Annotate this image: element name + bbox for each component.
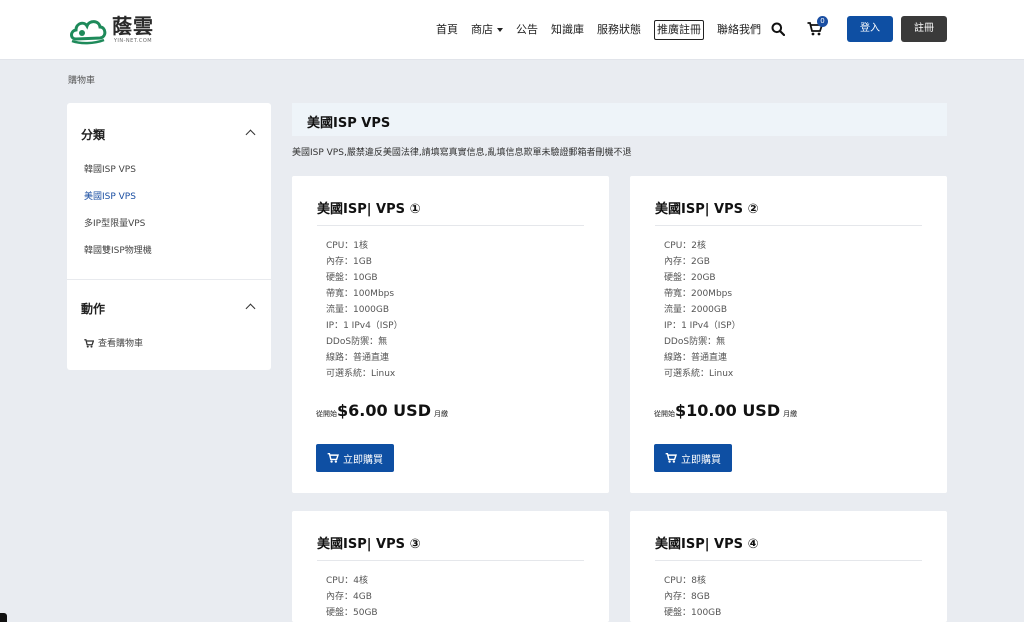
- price-prefix: 從開始: [316, 410, 337, 418]
- order-now-button[interactable]: 立即購買: [654, 444, 732, 472]
- brand-domain: YIN-NET.COM: [113, 38, 153, 44]
- order-now-button[interactable]: 立即購買: [316, 444, 394, 472]
- sidebar-item-us-isp-vps[interactable]: 美國ISP VPS: [84, 189, 136, 202]
- product-name: 美國ISP| VPS ②: [655, 202, 759, 217]
- spec-ddos: DDoS防禦：無: [664, 337, 726, 347]
- cloud-logo-icon: [70, 20, 107, 45]
- sidebar-item-multi-ip-vps[interactable]: 多IP型限量VPS: [84, 216, 145, 229]
- price-prefix: 從開始: [654, 410, 675, 418]
- product-card: 美國ISP| VPS ④ CPU：8核 內存：8GB 硬盤：100GB: [630, 511, 947, 622]
- spec-cpu: CPU：8核: [664, 576, 707, 586]
- category-title: 美國ISP VPS: [307, 116, 391, 131]
- spec-route: 線路：普通直連: [326, 353, 390, 363]
- spec-traffic: 流量：2000GB: [664, 305, 728, 315]
- product-card: 美國ISP| VPS ② CPU：2核 內存：2GB 硬盤：20GB 帶寬：20…: [630, 176, 947, 493]
- product-name: 美國ISP| VPS ③: [317, 537, 421, 552]
- order-now-label: 立即購買: [343, 454, 383, 466]
- sidebar-item-korea-dual-isp-server[interactable]: 韓國雙ISP物理機: [84, 243, 152, 256]
- actions-heading: 動作: [81, 302, 106, 316]
- category-header: 美國ISP VPS: [292, 103, 947, 136]
- card-divider: [655, 225, 922, 226]
- view-cart-label: 查看購物車: [98, 339, 144, 349]
- sidebar-item-view-cart[interactable]: 查看購物車: [84, 336, 143, 349]
- spec-memory: 內存：1GB: [326, 257, 372, 267]
- spec-bandwidth: 帶寬：200Mbps: [664, 289, 733, 299]
- product-card: 美國ISP| VPS ③ CPU：4核 內存：4GB 硬盤：50GB: [292, 511, 609, 622]
- corner-widget[interactable]: [0, 613, 7, 622]
- cart-icon: [665, 453, 677, 463]
- order-now-label: 立即購買: [681, 454, 721, 466]
- spec-os: 可選系統：Linux: [326, 369, 396, 379]
- search-icon[interactable]: [771, 22, 785, 36]
- nav-affiliate[interactable]: 推廣註冊: [654, 20, 704, 40]
- product-name: 美國ISP| VPS ④: [655, 537, 759, 552]
- cart-icon: [327, 453, 339, 463]
- spec-cpu: CPU：2核: [664, 241, 707, 251]
- product-name: 美國ISP| VPS ①: [317, 202, 421, 217]
- spec-memory: 內存：2GB: [664, 257, 710, 267]
- spec-memory: 內存：4GB: [326, 592, 372, 602]
- price-value: $6.00 USD: [337, 401, 431, 420]
- sidebar-divider: [67, 279, 271, 280]
- spec-cpu: CPU：1核: [326, 241, 369, 251]
- register-button[interactable]: 註冊: [901, 16, 947, 42]
- price-value: $10.00 USD: [675, 401, 781, 420]
- login-button[interactable]: 登入: [847, 16, 893, 42]
- spec-disk: 硬盤：10GB: [326, 273, 378, 283]
- collapse-categories-icon[interactable]: [245, 129, 256, 140]
- card-divider: [317, 225, 584, 226]
- spec-route: 線路：普通直連: [664, 353, 728, 363]
- breadcrumb[interactable]: 購物車: [68, 73, 95, 86]
- product-price: 從開始$10.00 USD 月繳: [654, 401, 797, 420]
- spec-cpu: CPU：4核: [326, 576, 369, 586]
- spec-disk: 硬盤：50GB: [326, 608, 378, 618]
- product-card: 美國ISP| VPS ① CPU：1核 內存：1GB 硬盤：10GB 帶寬：10…: [292, 176, 609, 493]
- card-divider: [317, 560, 584, 561]
- nav-announcements[interactable]: 公告: [516, 21, 538, 39]
- product-price: 從開始$6.00 USD 月繳: [316, 401, 448, 420]
- sidebar-item-korea-isp-vps[interactable]: 韓國ISP VPS: [84, 162, 136, 175]
- spec-disk: 硬盤：100GB: [664, 608, 722, 618]
- price-cycle: 月繳: [433, 410, 448, 418]
- card-divider: [655, 560, 922, 561]
- spec-os: 可選系統：Linux: [664, 369, 734, 379]
- main-nav: 首頁 商店 公告 知識庫 服務狀態 推廣註冊 聯絡我們: [436, 19, 774, 41]
- collapse-actions-icon[interactable]: [245, 303, 256, 314]
- category-description: 美國ISP VPS,嚴禁違反美國法律,請填寫真實信息,亂填信息欺單未驗證郵箱者刪…: [292, 148, 632, 158]
- chevron-down-icon: [497, 28, 503, 32]
- nav-knowledgebase[interactable]: 知識庫: [551, 21, 584, 39]
- nav-home[interactable]: 首頁: [436, 21, 458, 39]
- brand-name: 蔭雲: [112, 14, 154, 38]
- sidebar: 分類 韓國ISP VPS 美國ISP VPS 多IP型限量VPS 韓國雙ISP物…: [67, 103, 271, 370]
- spec-ip: IP：1 IPv4（ISP）: [326, 321, 403, 331]
- spec-traffic: 流量：1000GB: [326, 305, 390, 315]
- spec-ip: IP：1 IPv4（ISP）: [664, 321, 741, 331]
- spec-disk: 硬盤：20GB: [664, 273, 716, 283]
- spec-memory: 內存：8GB: [664, 592, 710, 602]
- top-header: 蔭雲 YIN-NET.COM 首頁 商店 公告 知識庫 服務狀態 推廣註冊 聯絡…: [0, 0, 1024, 60]
- spec-bandwidth: 帶寬：100Mbps: [326, 289, 395, 299]
- nav-store[interactable]: 商店: [471, 21, 503, 39]
- nav-contact[interactable]: 聯絡我們: [717, 21, 761, 39]
- nav-store-label: 商店: [471, 23, 493, 36]
- nav-service-status[interactable]: 服務狀態: [597, 21, 641, 39]
- categories-heading: 分類: [81, 128, 106, 142]
- cart-count-badge: 0: [817, 16, 828, 27]
- price-cycle: 月繳: [783, 410, 798, 418]
- spec-ddos: DDoS防禦：無: [326, 337, 388, 347]
- site-logo[interactable]: 蔭雲 YIN-NET.COM: [68, 12, 154, 48]
- cart-icon: [84, 339, 94, 348]
